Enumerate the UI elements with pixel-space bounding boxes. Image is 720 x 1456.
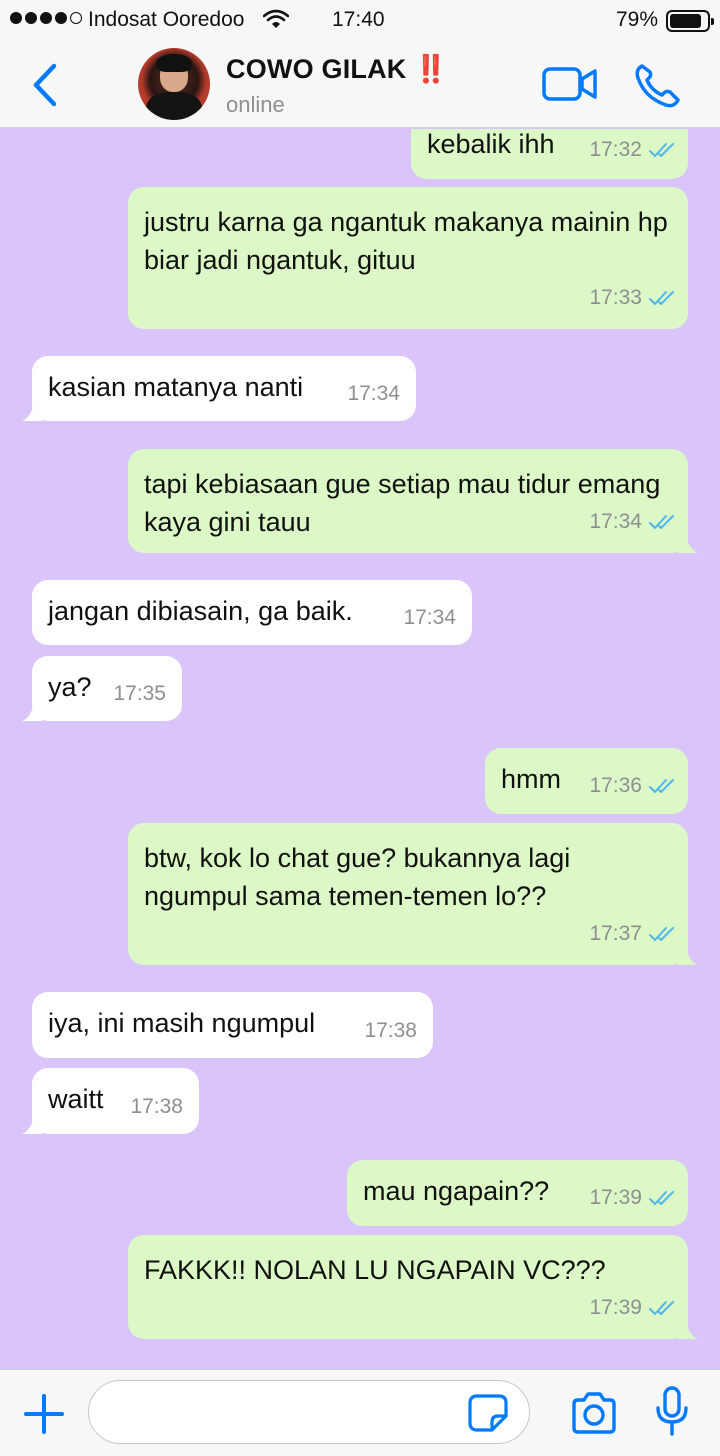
camera-icon (572, 1392, 616, 1434)
message-time: 17:38 (130, 1095, 183, 1118)
message-time: 17:37 (589, 922, 642, 945)
read-receipt-icon (649, 143, 674, 157)
bubble-tail (678, 533, 698, 553)
message-incoming[interactable]: kasian matanya nanti 17:34 (22, 356, 416, 421)
message-outgoing[interactable]: mau ngapain?? 17:39 (347, 1160, 688, 1226)
message-time: 17:34 (347, 382, 400, 405)
read-receipt-icon (649, 515, 674, 529)
chat-header: COWO GILAK ‼️ online (0, 40, 720, 128)
message-time: 17:39 (589, 1296, 642, 1319)
video-call-button[interactable] (542, 66, 598, 102)
sticker-icon (468, 1394, 508, 1432)
message-time: 17:34 (403, 606, 456, 629)
message-incoming[interactable]: ya? 17:35 (22, 656, 182, 721)
message-time: 17:33 (589, 286, 642, 309)
phone-icon (635, 64, 680, 108)
microphone-icon (656, 1386, 688, 1436)
message-time: 17:36 (589, 774, 642, 797)
message-outgoing[interactable]: tapi kebiasaan gue setiap mau tidur eman… (128, 449, 698, 553)
message-time: 17:35 (113, 682, 166, 705)
message-list[interactable]: kebalik ihh 17:32 justru karna ga ngantu… (0, 129, 720, 1369)
message-input[interactable] (88, 1380, 530, 1444)
attach-button[interactable] (22, 1392, 66, 1436)
message-incoming[interactable]: jangan dibiasain, ga baik. 17:34 (32, 580, 472, 645)
bubble-tail (22, 1114, 42, 1134)
message-outgoing[interactable]: hmm 17:36 (485, 748, 688, 814)
message-time: 17:39 (589, 1186, 642, 1209)
read-receipt-icon (649, 1301, 674, 1315)
bubble-tail (22, 701, 42, 721)
message-outgoing[interactable]: kebalik ihh 17:32 (411, 129, 688, 179)
bubble-tail (678, 945, 698, 965)
video-camera-icon (542, 67, 597, 101)
contact-status: online (226, 92, 285, 117)
sticker-button[interactable] (468, 1394, 508, 1432)
contact-avatar[interactable] (138, 48, 210, 120)
message-incoming[interactable]: iya, ini masih ngumpul 17:38 (32, 992, 433, 1058)
message-incoming[interactable]: waitt 17:38 (22, 1068, 199, 1134)
battery-percentage: 79% (616, 8, 659, 31)
clock: 17:40 (332, 8, 385, 31)
bubble-tail (678, 1319, 698, 1339)
status-bar: Indosat Ooredoo 17:40 79% (0, 0, 720, 40)
battery-icon (666, 10, 714, 32)
contact-name[interactable]: COWO GILAK ‼️ (226, 53, 448, 85)
plus-icon (24, 1394, 64, 1434)
message-time: 17:34 (589, 510, 642, 533)
carrier-name: Indosat Ooredoo (88, 8, 245, 31)
signal-strength-icon (10, 12, 82, 24)
message-outgoing[interactable]: justru karna ga ngantuk makanya mainin h… (128, 187, 688, 329)
composer-bar (0, 1369, 720, 1456)
chevron-left-icon (33, 63, 57, 107)
message-outgoing[interactable]: FAKKK!! NOLAN LU NGAPAIN VC??? 17:39 (128, 1235, 698, 1339)
message-time: 17:38 (364, 1019, 417, 1042)
voice-call-button[interactable] (634, 62, 682, 108)
wifi-icon (262, 9, 290, 35)
read-receipt-icon (649, 927, 674, 941)
read-receipt-icon (649, 1191, 674, 1205)
read-receipt-icon (649, 779, 674, 793)
back-button[interactable] (26, 60, 66, 110)
read-receipt-icon (649, 291, 674, 305)
double-exclamation-emoji: ‼️ (414, 54, 449, 84)
camera-button[interactable] (570, 1392, 618, 1434)
voice-message-button[interactable] (654, 1386, 690, 1438)
bubble-tail (22, 401, 42, 421)
message-outgoing[interactable]: btw, kok lo chat gue? bukannya lagi ngum… (128, 823, 698, 965)
message-time: 17:32 (589, 138, 642, 161)
